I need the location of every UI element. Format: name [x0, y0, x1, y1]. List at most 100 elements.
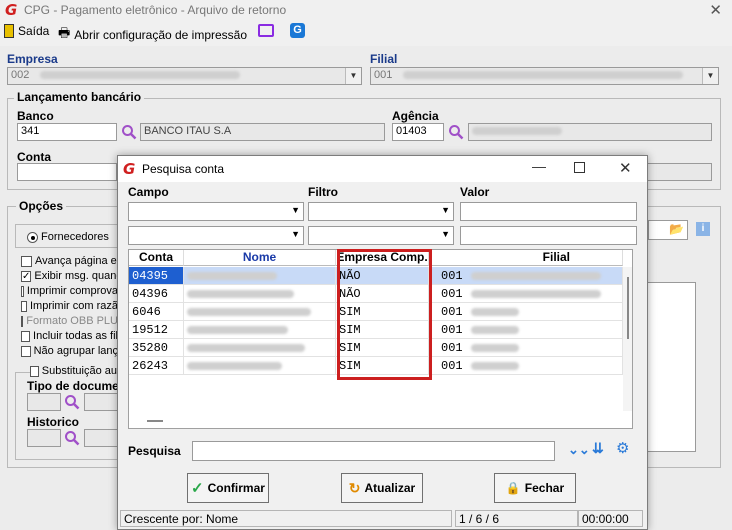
monitor-icon[interactable] — [258, 24, 274, 37]
conta-label: Conta — [17, 150, 51, 164]
chevron-down-icon[interactable]: ▼ — [291, 205, 300, 215]
chevron-down-icon[interactable]: ▼ — [702, 68, 718, 84]
chevron-down-icon[interactable]: ▼ — [441, 229, 450, 239]
chevrons-down-icon[interactable]: ⌄⌄ — [568, 442, 590, 458]
log-memo[interactable] — [640, 282, 696, 452]
exit-button[interactable]: Saída — [4, 24, 49, 38]
minimize-icon[interactable]: — — [532, 158, 546, 174]
cell-filial: 001 — [429, 339, 623, 357]
option-checkbox[interactable]: Imprimir com razã — [21, 300, 118, 312]
option-label: Formato OBB PLU — [26, 315, 118, 327]
option-label: Exibir msg. quanc — [34, 270, 118, 282]
checkbox-icon — [21, 315, 24, 327]
filial-combo[interactable]: 001 ▼ — [370, 67, 719, 85]
vertical-scrollbar[interactable] — [623, 267, 632, 411]
gear-icon[interactable]: ⚙ — [616, 439, 629, 457]
option-checkbox[interactable]: Imprimir comprova — [21, 285, 118, 297]
close-icon[interactable]: ✕ — [709, 1, 722, 19]
cell-filial: 001 — [429, 267, 623, 285]
chevron-down-icon[interactable]: ▼ — [345, 68, 361, 84]
filial-label: Filial — [370, 52, 398, 66]
valor-input-1[interactable] — [460, 202, 637, 221]
search-icon[interactable] — [121, 124, 137, 140]
redacted-text — [471, 326, 519, 334]
option-checkbox[interactable]: Avança página e — [21, 255, 118, 267]
option-checkbox[interactable]: Não agrupar lanç — [21, 345, 118, 357]
substituicao-label: Substituição au — [41, 365, 117, 377]
cell-conta: 6046 — [129, 303, 184, 321]
chevron-down-icon[interactable]: ▼ — [291, 229, 300, 239]
opcoes-title: Opções — [16, 199, 67, 213]
status-order: Crescente por: Nome — [120, 510, 452, 527]
info-icon[interactable]: i — [696, 222, 710, 236]
option-checkbox[interactable]: ✓ Exibir msg. quanc — [21, 270, 118, 282]
cell-filial: 001 — [429, 357, 623, 375]
checkbox-icon — [21, 255, 32, 267]
checkbox-icon — [21, 300, 27, 312]
historico-input[interactable] — [27, 429, 61, 447]
col-header-filial[interactable]: Filial — [429, 250, 623, 266]
search-icon[interactable] — [64, 430, 80, 446]
chevrons-down-end-icon[interactable]: ⇊ — [592, 440, 604, 457]
confirm-button[interactable]: ✓ Confirmar — [187, 473, 269, 503]
banco-code-input[interactable]: 341 — [17, 123, 117, 141]
redacted-text — [187, 361, 282, 370]
fornecedores-radio[interactable]: Fornecedores — [27, 231, 109, 243]
option-checkbox[interactable]: Incluir todas as fil — [21, 330, 118, 342]
agencia-name-field — [468, 123, 712, 141]
cell-nome-redacted — [184, 303, 336, 321]
refresh-button[interactable]: ↻ Atualizar — [341, 473, 423, 503]
filial-code: 001 — [441, 323, 463, 337]
conta-input[interactable] — [17, 163, 117, 181]
search-icon[interactable] — [64, 394, 80, 410]
app-logo-icon: G — [123, 160, 136, 178]
search-icon[interactable] — [448, 124, 464, 140]
agencia-name-redacted — [472, 127, 562, 136]
valor-input-2[interactable] — [460, 226, 637, 245]
window-titlebar: G CPG - Pagamento eletrônico - Arquivo d… — [0, 0, 732, 20]
highlight-box — [337, 249, 432, 380]
campo-select-1[interactable]: ▼ — [128, 202, 304, 221]
close-button[interactable]: 🔒 Fechar — [494, 473, 576, 503]
pesquisa-conta-dialog: G Pesquisa conta — ✕ Campo Filtro Valor … — [117, 155, 648, 530]
tipo-doc-desc — [84, 393, 118, 411]
redacted-text — [471, 272, 601, 280]
col-header-nome[interactable]: Nome — [184, 250, 336, 266]
redacted-text — [471, 290, 601, 298]
maximize-icon[interactable] — [574, 162, 585, 173]
refresh-label: Atualizar — [364, 481, 416, 495]
historico-label: Historico — [27, 415, 80, 429]
g-app-icon[interactable]: G — [290, 23, 305, 38]
empresa-name-redacted — [40, 71, 241, 80]
status-time: 00:00:00 — [578, 510, 643, 527]
checkbox-icon — [21, 330, 31, 342]
filtro-select-1[interactable]: ▼ — [308, 202, 454, 221]
empresa-combo[interactable]: 002 ▼ — [7, 67, 362, 85]
horizontal-scrollbar-thumb[interactable] — [147, 420, 163, 422]
cell-nome-redacted — [184, 339, 336, 357]
campo-select-2[interactable]: ▼ — [128, 226, 304, 245]
agencia-code-input[interactable]: 01403 — [392, 123, 444, 141]
toolbar: Saída 🖶 Abrir configuração de impressão … — [0, 20, 732, 46]
checkbox-icon — [30, 365, 39, 377]
cell-conta: 04396 — [129, 285, 184, 303]
redacted-text — [187, 289, 294, 298]
checkbox-icon — [21, 345, 31, 357]
close-icon[interactable]: ✕ — [619, 159, 632, 177]
redacted-text — [471, 344, 519, 352]
option-checkbox[interactable]: Formato OBB PLU — [21, 315, 118, 327]
status-bar: Crescente por: Nome 1 / 6 / 6 00:00:00 — [120, 510, 645, 527]
exit-door-icon — [4, 24, 14, 38]
chevron-down-icon[interactable]: ▼ — [441, 205, 450, 215]
scrollbar-thumb[interactable] — [627, 277, 629, 339]
tipo-doc-input[interactable] — [27, 393, 61, 411]
folder-open-icon[interactable]: 📂 — [669, 222, 684, 236]
window-title: CPG - Pagamento eletrônico - Arquivo de … — [24, 3, 287, 17]
substituicao-checkbox[interactable]: Substituição au — [30, 365, 117, 377]
print-config-button[interactable]: 🖶 Abrir configuração de impressão — [58, 24, 247, 46]
col-header-conta[interactable]: Conta — [129, 250, 184, 266]
cell-filial: 001 — [429, 321, 623, 339]
close-label: Fechar — [524, 481, 565, 495]
pesquisa-input[interactable] — [192, 441, 555, 461]
filtro-select-2[interactable]: ▼ — [308, 226, 454, 245]
